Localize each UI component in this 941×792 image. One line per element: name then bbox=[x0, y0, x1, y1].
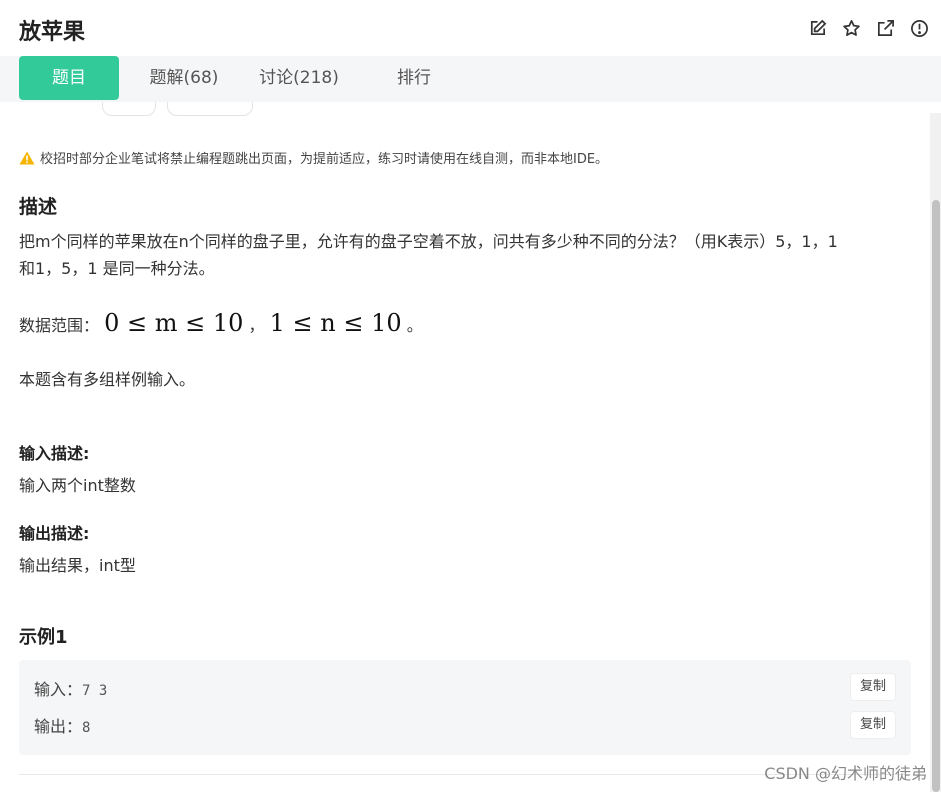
description-line-1: 把m个同样的苹果放在n个同样的盘子里，允许有的盘子空着不放，问共有多少种不同的分… bbox=[19, 232, 838, 251]
copy-input-button[interactable]: 复制 bbox=[851, 674, 895, 700]
tab-ranking[interactable]: 排行 bbox=[364, 56, 464, 100]
range-end: 。 bbox=[406, 316, 423, 335]
input-description-heading: 输入描述: bbox=[19, 444, 90, 463]
problem-content: 校招时部分企业笔试将禁止编程题跳出页面，为提前适应，练习时请使用在线自测，而非本… bbox=[0, 102, 930, 792]
header-actions bbox=[807, 18, 929, 38]
range-n-formula: 1 ≤ n ≤ 10 bbox=[269, 309, 402, 337]
tag-pill[interactable] bbox=[102, 102, 156, 116]
watermark: CSDN @幻术师的徒弟 bbox=[764, 764, 927, 783]
range-m-formula: 0 ≤ m ≤ 10 bbox=[104, 309, 244, 337]
header: 放苹果 bbox=[0, 0, 941, 56]
description-line-2: 和1，5，1 是同一种分法。 bbox=[19, 259, 215, 278]
example-heading: 示例1 bbox=[19, 627, 68, 648]
scrollbar-thumb[interactable] bbox=[932, 200, 940, 792]
input-description-text: 输入两个int整数 bbox=[19, 476, 136, 495]
description-heading: 描述 bbox=[19, 196, 58, 218]
star-icon[interactable] bbox=[841, 18, 861, 38]
page-title: 放苹果 bbox=[19, 20, 86, 45]
output-description-text: 输出结果，int型 bbox=[19, 556, 136, 575]
edit-icon[interactable] bbox=[807, 18, 827, 38]
warning-icon bbox=[19, 151, 35, 164]
example-box: 输入：7 3 复制 输出：8 复制 bbox=[19, 660, 911, 755]
external-link-icon[interactable] bbox=[875, 18, 895, 38]
tag-pill[interactable] bbox=[167, 102, 253, 116]
notice-banner: 校招时部分企业笔试将禁止编程题跳出页面，为提前适应，练习时请使用在线自测，而非本… bbox=[19, 148, 608, 167]
notice-text: 校招时部分企业笔试将禁止编程题跳出页面，为提前适应，练习时请使用在线自测，而非本… bbox=[40, 152, 609, 167]
data-range: 数据范围： 0 ≤ m ≤ 10 ， 1 ≤ n ≤ 10 。 bbox=[19, 306, 423, 343]
tab-discussion[interactable]: 讨论(218) bbox=[249, 56, 349, 100]
tab-problem[interactable]: 题目 bbox=[19, 56, 119, 100]
tab-solutions[interactable]: 题解(68) bbox=[134, 56, 234, 100]
multi-input-note: 本题含有多组样例输入。 bbox=[19, 370, 196, 389]
example-output-label: 输出： bbox=[34, 717, 83, 736]
report-icon[interactable] bbox=[909, 18, 929, 38]
range-label: 数据范围： bbox=[19, 316, 100, 335]
example-output-value: 8 bbox=[82, 720, 91, 736]
tab-bar: 题目 题解(68) 讨论(218) 排行 bbox=[0, 56, 941, 102]
example-input: 输入：7 3 bbox=[34, 676, 107, 700]
copy-output-button[interactable]: 复制 bbox=[851, 712, 895, 738]
example-output: 输出：8 bbox=[34, 713, 90, 737]
range-separator: ， bbox=[248, 316, 265, 335]
example-input-label: 输入： bbox=[34, 680, 83, 699]
example-input-value: 7 3 bbox=[82, 683, 108, 699]
output-description-heading: 输出描述: bbox=[19, 524, 90, 543]
